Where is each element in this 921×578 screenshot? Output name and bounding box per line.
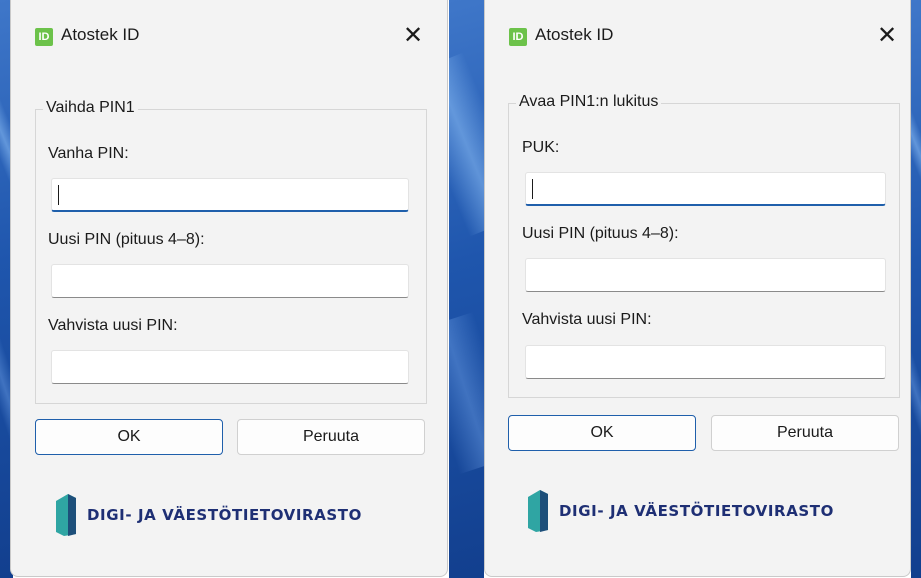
window-title: Atostek ID — [61, 25, 140, 44]
text-caret — [532, 179, 533, 199]
old-pin-field[interactable] — [51, 178, 409, 212]
title-bar[interactable]: ID Atostek ID ✕ — [485, 0, 910, 57]
old-pin-label: Vanha PIN: — [48, 145, 129, 162]
close-icon: ✕ — [402, 22, 424, 49]
dvv-logo-text: DIGI- JA VÄESTÖTIETOVIRASTO — [87, 506, 362, 524]
desktop-background-middle — [449, 0, 484, 578]
confirm-pin-label: Vahvista uusi PIN: — [48, 317, 178, 334]
confirm-pin-field[interactable] — [51, 350, 409, 384]
dvv-logo-mark — [56, 494, 76, 536]
text-caret — [58, 185, 59, 205]
new-pin-field[interactable] — [51, 264, 409, 298]
dvv-logo-text: DIGI- JA VÄESTÖTIETOVIRASTO — [559, 502, 834, 520]
app-icon-text: ID — [38, 31, 50, 43]
cancel-button[interactable]: Peruuta — [711, 415, 899, 451]
close-button[interactable]: ✕ — [871, 21, 903, 53]
window-title: Atostek ID — [535, 25, 614, 44]
new-pin-field[interactable] — [525, 258, 886, 292]
atostek-id-app-icon: ID — [35, 28, 53, 46]
atostek-id-app-icon: ID — [509, 28, 527, 46]
confirm-pin-label: Vahvista uusi PIN: — [522, 311, 652, 328]
confirm-pin-field[interactable] — [525, 345, 886, 379]
dvv-logo-mark — [528, 490, 548, 532]
cancel-button[interactable]: Peruuta — [237, 419, 425, 455]
group-title: Vaihda PIN1 — [43, 99, 138, 117]
unblock-pin-dialog: ID Atostek ID ✕ Avaa PIN1:n lukitus PUK:… — [484, 0, 911, 577]
puk-label: PUK: — [522, 139, 560, 156]
new-pin-label: Uusi PIN (pituus 4–8): — [522, 225, 679, 242]
puk-field[interactable] — [525, 172, 886, 206]
ok-button[interactable]: OK — [508, 415, 696, 451]
close-button[interactable]: ✕ — [397, 21, 429, 53]
desktop-background-right — [911, 0, 921, 578]
new-pin-label: Uusi PIN (pituus 4–8): — [48, 231, 205, 248]
app-icon-text: ID — [512, 31, 524, 43]
ok-button[interactable]: OK — [35, 419, 223, 455]
group-title: Avaa PIN1:n lukitus — [516, 93, 662, 111]
close-icon: ✕ — [876, 22, 898, 49]
title-bar[interactable]: ID Atostek ID ✕ — [11, 0, 447, 57]
change-pin-dialog: ID Atostek ID ✕ Vaihda PIN1 Vanha PIN: U… — [10, 0, 448, 577]
